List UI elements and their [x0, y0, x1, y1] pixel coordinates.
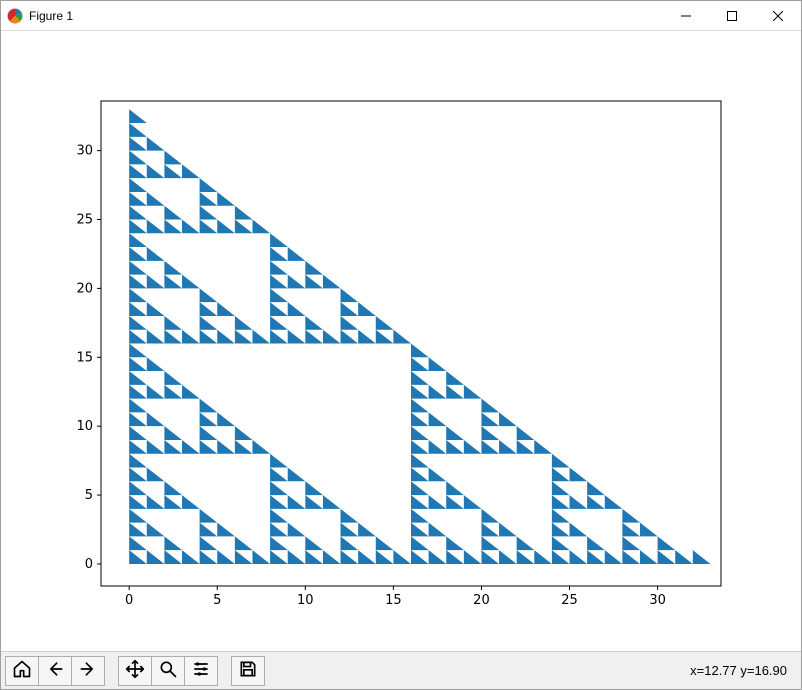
figure-window: Figure 1 0 5 10 15 20 25 30 0 5 10 15 20 25 30 [0, 0, 802, 690]
arrow-left-icon [45, 659, 65, 682]
svg-text:15: 15 [385, 593, 402, 608]
window-title: Figure 1 [29, 9, 73, 23]
maximize-button[interactable] [709, 1, 755, 31]
zoom-button[interactable] [151, 656, 185, 686]
svg-text:5: 5 [85, 488, 93, 503]
titlebar: Figure 1 [1, 1, 801, 31]
plot-svg: 0 5 10 15 20 25 30 0 5 10 15 20 25 30 [1, 31, 801, 651]
coord-readout: x=12.77 y=16.90 [690, 663, 787, 678]
save-icon [238, 659, 258, 682]
move-icon [125, 659, 145, 682]
forward-button[interactable] [71, 656, 105, 686]
subplots-button[interactable] [184, 656, 218, 686]
svg-text:20: 20 [473, 593, 490, 608]
close-button[interactable] [755, 1, 801, 31]
svg-text:25: 25 [76, 212, 93, 227]
svg-text:30: 30 [649, 593, 666, 608]
nav-toolbar: x=12.77 y=16.90 [1, 651, 801, 689]
svg-text:20: 20 [76, 281, 93, 296]
plot-canvas[interactable]: 0 5 10 15 20 25 30 0 5 10 15 20 25 30 [1, 31, 801, 651]
svg-text:15: 15 [76, 350, 93, 365]
save-button[interactable] [231, 656, 265, 686]
sliders-icon [191, 659, 211, 682]
pan-button[interactable] [118, 656, 152, 686]
magnifier-icon [158, 659, 178, 682]
svg-text:5: 5 [213, 593, 221, 608]
svg-text:30: 30 [76, 144, 93, 159]
home-icon [12, 659, 32, 682]
home-button[interactable] [5, 656, 39, 686]
back-button[interactable] [38, 656, 72, 686]
svg-text:0: 0 [125, 593, 133, 608]
minimize-button[interactable] [663, 1, 709, 31]
svg-text:0: 0 [85, 557, 93, 572]
matplotlib-icon [7, 8, 23, 24]
svg-text:25: 25 [561, 593, 578, 608]
arrow-right-icon [78, 659, 98, 682]
svg-text:10: 10 [297, 593, 314, 608]
svg-text:10: 10 [76, 419, 93, 434]
